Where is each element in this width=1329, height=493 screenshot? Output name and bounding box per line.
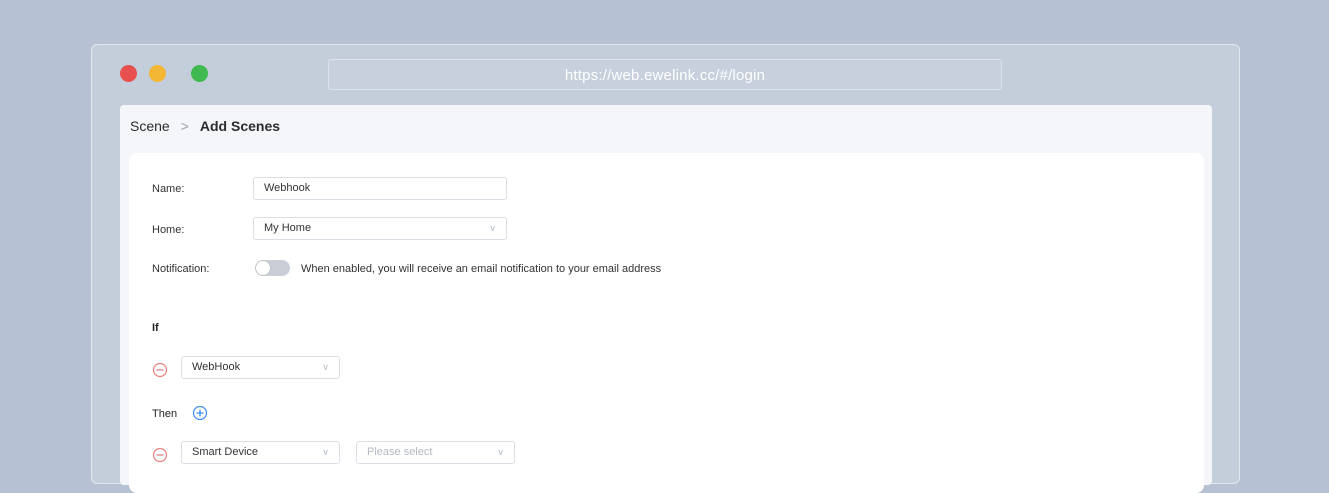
- address-bar[interactable]: https://web.ewelink.cc/#/login: [328, 59, 1002, 90]
- notification-label: Notification:: [152, 263, 210, 275]
- chevron-down-icon: ∨: [489, 223, 496, 233]
- breadcrumb: Scene > Add Scenes: [130, 118, 280, 134]
- if-condition-select[interactable]: WebHook ∨: [181, 356, 340, 379]
- add-action-icon[interactable]: [192, 405, 208, 421]
- remove-action-icon[interactable]: [152, 447, 168, 463]
- home-label: Home:: [152, 224, 185, 236]
- remove-condition-icon[interactable]: [152, 362, 168, 378]
- breadcrumb-separator-icon: >: [180, 118, 189, 134]
- if-label: If: [152, 322, 159, 334]
- breadcrumb-scene-link[interactable]: Scene: [130, 118, 170, 134]
- if-condition-value: WebHook: [192, 361, 241, 373]
- home-select-value: My Home: [264, 222, 312, 234]
- scene-form-card: Name: Webhook Home: My Home ∨ Notificati…: [129, 153, 1204, 493]
- chevron-down-icon: ∨: [497, 447, 504, 457]
- notification-hint: When enabled, you will receive an email …: [301, 263, 662, 275]
- toggle-knob: [256, 261, 270, 275]
- name-input[interactable]: Webhook: [253, 177, 507, 200]
- then-action-device-select[interactable]: Please select ∨: [356, 441, 515, 464]
- chevron-down-icon: ∨: [322, 447, 329, 457]
- then-action-type-select[interactable]: Smart Device ∨: [181, 441, 340, 464]
- page-content: Scene > Add Scenes Name: Webhook Home: M…: [120, 105, 1212, 493]
- then-action-device-placeholder: Please select: [367, 446, 433, 458]
- chevron-down-icon: ∨: [322, 362, 329, 372]
- then-action-type-value: Smart Device: [192, 446, 259, 458]
- browser-window: https://web.ewelink.cc/#/login Scene > A…: [91, 44, 1240, 493]
- breadcrumb-current: Add Scenes: [199, 118, 281, 134]
- home-select[interactable]: My Home ∨: [253, 217, 507, 240]
- then-label: Then: [152, 408, 178, 420]
- name-label: Name:: [152, 183, 185, 195]
- minimize-window-button[interactable]: [149, 65, 166, 82]
- maximize-window-button[interactable]: [191, 65, 208, 82]
- notification-toggle[interactable]: [255, 260, 290, 276]
- close-window-button[interactable]: [120, 65, 137, 82]
